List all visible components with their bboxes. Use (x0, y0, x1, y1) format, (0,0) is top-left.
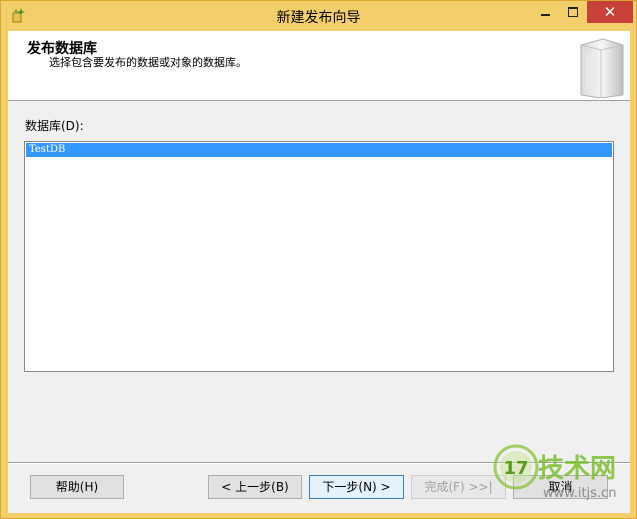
minimize-button[interactable] (532, 1, 558, 23)
database-list-label: 数据库(D): (25, 119, 84, 133)
watermark-logo-icon: 17 (493, 444, 539, 490)
page-description: 选择包含要发布的数据或对象的数据库。 (49, 56, 247, 69)
back-button[interactable]: < 上一步(B) (208, 475, 302, 499)
wizard-body: 发布数据库 选择包含要发布的数据或对象的数据库。 数据库(D): TestDB (8, 31, 630, 513)
help-button[interactable]: 帮助(H) (30, 475, 124, 499)
close-button[interactable]: ✕ (587, 1, 633, 23)
next-button[interactable]: 下一步(N) > (309, 475, 404, 499)
list-item[interactable]: TestDB (26, 143, 612, 157)
close-icon: ✕ (603, 3, 617, 21)
maximize-icon (568, 7, 578, 17)
database-list[interactable]: TestDB (24, 141, 614, 372)
watermark-badge: 17 (503, 458, 528, 479)
minimize-icon (541, 14, 550, 16)
watermark-text: 技术网 (538, 454, 617, 484)
database-cylinder-icon (580, 38, 624, 98)
wizard-window: 新建发布向导 ✕ 发布数据库 选择包含要发布的数据或对象的数据库。 数据库(D)… (0, 0, 637, 519)
title-bar[interactable]: 新建发布向导 ✕ (1, 1, 636, 31)
watermark-url: www.itjs.cn (543, 486, 617, 501)
maximize-button[interactable] (560, 1, 586, 23)
wizard-header: 发布数据库 选择包含要发布的数据或对象的数据库。 (8, 31, 630, 101)
